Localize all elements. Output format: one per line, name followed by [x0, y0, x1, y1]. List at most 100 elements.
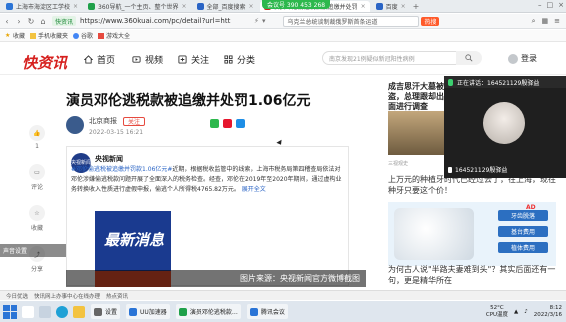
- qq-icon[interactable]: [236, 119, 245, 128]
- taskbar: 设置 UU加速器 演员邓伦逃税款… 腾讯会议 52°C CPU温度 ▲ ♪ 8:1…: [0, 301, 566, 322]
- volume-icon[interactable]: ♪: [524, 309, 528, 315]
- edge-icon[interactable]: [56, 305, 68, 318]
- bookmark-item[interactable]: 谷歌: [73, 31, 93, 40]
- site-search-input[interactable]: 南京发现21例疑似新冠阳性病例: [322, 51, 462, 65]
- task-view-icon[interactable]: [39, 305, 51, 318]
- browser-tab[interactable]: 百度 ×: [372, 1, 410, 12]
- bookmark-item[interactable]: 游戏大全: [98, 31, 130, 40]
- close-window-icon[interactable]: ×: [558, 1, 564, 9]
- meeting-video-panel[interactable]: 正在讲话：164521129殷驿益 164521129殷驿益: [444, 76, 566, 178]
- recommend-title[interactable]: 成吉思汗大墓被盗，总理跟却出面进行调查: [388, 82, 448, 112]
- comment-button[interactable]: ▭ 评论: [22, 164, 52, 191]
- like-icon: 👍: [29, 125, 45, 141]
- search-icon[interactable]: ⌕: [532, 17, 536, 26]
- taskbar-app[interactable]: 设置: [91, 304, 121, 319]
- grid-icon[interactable]: ▦: [542, 17, 549, 26]
- browser-tab[interactable]: 上海市海淀区工学校 ×: [2, 1, 82, 12]
- meeting-speaking-bar: 正在讲话：164521129殷驿益: [444, 76, 566, 88]
- status-item[interactable]: 快讯网上办事中心在线办理: [34, 292, 100, 300]
- nav-follow[interactable]: 关注: [178, 53, 209, 66]
- url-field[interactable]: https://www.360kuai.com/pc/detail?url=ht…: [80, 16, 250, 26]
- favorite-button[interactable]: ☆ 收藏: [22, 205, 52, 232]
- refresh-icon[interactable]: ↻: [26, 17, 36, 26]
- search-icon[interactable]: [22, 305, 34, 318]
- follow-button[interactable]: 关注: [123, 116, 146, 126]
- publish-date: 2022-03-15 16:21: [89, 129, 144, 136]
- bookmarks-bar: ★ 收藏 手机收藏夹 谷歌 游戏大全: [0, 30, 566, 42]
- taskbar-app[interactable]: 腾讯会议: [246, 304, 288, 319]
- meeting-id-pill[interactable]: 会议号 390 453 268: [262, 0, 331, 9]
- ad-option[interactable]: 植体费用: [498, 242, 548, 253]
- game-icon: [98, 32, 105, 39]
- taskbar-app[interactable]: UU加速器: [126, 304, 170, 319]
- browser-tab[interactable]: 360导航_一个主页、整个世界 ×: [84, 1, 190, 12]
- meeting-icon: [249, 307, 258, 316]
- author-row: 北京商报 关注 2022-03-15 16:21: [66, 116, 146, 136]
- cpu-temp[interactable]: 52°C CPU温度: [486, 305, 508, 319]
- clock[interactable]: 8:12 2022/3/16: [534, 305, 562, 319]
- bookmark-item[interactable]: 手机收藏夹: [30, 31, 68, 40]
- site-search-button[interactable]: [456, 51, 482, 65]
- site-logo[interactable]: 快资讯: [22, 52, 67, 73]
- status-item[interactable]: 今日优选: [6, 292, 28, 300]
- site-favicon-icon: [375, 2, 383, 10]
- star-icon: ☆: [29, 205, 45, 221]
- author-name[interactable]: 北京商报: [89, 116, 117, 126]
- status-item[interactable]: 热点资讯: [106, 292, 128, 300]
- close-tab-icon[interactable]: ×: [401, 3, 406, 10]
- hot-search-badge[interactable]: 热搜: [421, 16, 440, 26]
- expand-link[interactable]: 展开全文: [242, 186, 266, 193]
- bolt-icon[interactable]: ⚡: [254, 17, 259, 25]
- new-tab-button[interactable]: +: [413, 2, 420, 11]
- minimize-icon[interactable]: –: [538, 1, 542, 9]
- close-tab-icon[interactable]: ×: [361, 3, 366, 10]
- google-icon: [73, 32, 80, 39]
- weibo-author[interactable]: 央视新闻: [95, 154, 123, 164]
- category-icon: [224, 55, 233, 64]
- nav-video[interactable]: 视频: [132, 53, 163, 66]
- close-tab-icon[interactable]: ×: [182, 3, 187, 10]
- share-icons: [210, 119, 245, 128]
- weibo-hashtag[interactable]: #邓伦偷逃税被追缴并罚款1.06亿元#: [71, 166, 172, 173]
- weibo-icon[interactable]: [223, 119, 232, 128]
- dropdown-icon[interactable]: ▾: [262, 17, 266, 25]
- ad-option[interactable]: 基台费用: [498, 226, 548, 237]
- nav-home[interactable]: 首页: [84, 53, 115, 66]
- folder-icon[interactable]: [73, 305, 85, 318]
- nav-category[interactable]: 分类: [224, 53, 255, 66]
- browser-tab[interactable]: 全部_百度搜索 ×: [193, 1, 258, 12]
- ad-option[interactable]: 牙齿脱落: [498, 210, 548, 221]
- close-tab-icon[interactable]: ×: [249, 3, 254, 10]
- forward-icon[interactable]: ›: [14, 17, 24, 26]
- follow-icon: [178, 55, 187, 64]
- recommend-source: 三视观史: [388, 161, 409, 167]
- back-icon[interactable]: ‹: [2, 17, 12, 26]
- recommend-headline[interactable]: 为何古人说"半路夫妻难到头"？其实后面还有一句，更是精华所在: [388, 264, 560, 286]
- maximize-icon[interactable]: □: [547, 1, 554, 9]
- network-icon[interactable]: ▲: [514, 309, 518, 315]
- author-avatar[interactable]: [66, 116, 84, 134]
- uu-icon: [129, 307, 138, 316]
- recommend-thumbnail[interactable]: [388, 111, 452, 155]
- window-controls: – □ ×: [538, 1, 564, 9]
- wechat-icon[interactable]: [210, 119, 219, 128]
- menu-icon[interactable]: ≡: [554, 17, 560, 26]
- taskbar-app[interactable]: 演员邓伦逃税款…: [175, 304, 241, 319]
- address-bar: ‹ › ↻ ⌂ 快资讯 https://www.360kuai.com/pc/d…: [0, 14, 566, 29]
- browser-search-input[interactable]: 乌克兰总统谈制裁俄罗斯首条运道: [283, 15, 420, 27]
- site-badge: 快资讯: [52, 16, 77, 26]
- close-tab-icon[interactable]: ×: [73, 3, 78, 10]
- home-browser-icon[interactable]: ⌂: [38, 17, 48, 26]
- dental-ad[interactable]: AD 牙齿脱落 基台费用 植体费用: [388, 202, 556, 266]
- tooth-image: [394, 208, 474, 260]
- mic-icon: [448, 166, 452, 173]
- like-button[interactable]: 👍 1: [22, 125, 52, 150]
- system-tray: 52°C CPU温度 ▲ ♪ 8:12 2022/3/16: [486, 305, 562, 319]
- site-favicon-icon: [88, 2, 96, 10]
- bookmark-item[interactable]: ★ 收藏: [5, 31, 25, 40]
- floating-audio-chip[interactable]: 声音设置: [0, 244, 66, 257]
- start-menu-icon[interactable]: [3, 304, 17, 319]
- login-button[interactable]: 登录: [508, 53, 537, 64]
- article-title: 演员邓伦逃税款被追缴并处罚1.06亿元: [66, 93, 311, 109]
- embedded-weibo-post: 央视新闻 央视新闻 #邓伦偷逃税被追缴并罚款1.06亿元#近期，根据税收监管中的…: [66, 146, 349, 287]
